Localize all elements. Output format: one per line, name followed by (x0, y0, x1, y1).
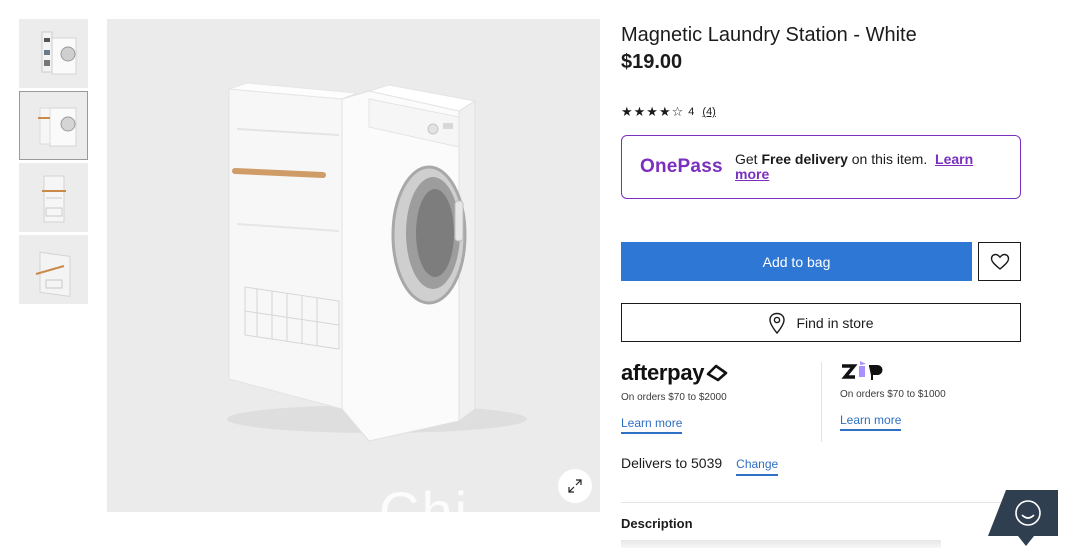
thumbnail-3[interactable] (19, 163, 88, 232)
afterpay-arrows-icon (706, 364, 728, 382)
delivery-location: Delivers to 5039 Change (621, 455, 779, 476)
zip-note: On orders $70 to $1000 (840, 389, 946, 400)
thumbnail-4[interactable] (19, 235, 88, 304)
thumbnail-image (41, 31, 76, 74)
thumbnail-image (35, 251, 70, 297)
wishlist-button[interactable] (978, 242, 1021, 281)
watermark-text: Chi... (379, 480, 522, 512)
heart-icon (990, 253, 1009, 270)
rating-value: 4 (688, 106, 695, 118)
expand-image-button[interactable] (558, 469, 592, 503)
afterpay-learn-more-link[interactable]: Learn more (621, 416, 683, 434)
onepass-message: Get Free delivery on this item. Learn mo… (735, 152, 995, 182)
rating-stars-icon: ★★★★☆ (621, 104, 685, 119)
onepass-text-bold: Free delivery (761, 151, 848, 167)
thumbnail-image (37, 107, 76, 146)
expand-icon (568, 479, 582, 493)
zip-logo-icon (841, 361, 883, 380)
chat-widget-button[interactable] (988, 490, 1058, 548)
onepass-banner: OnePass Get Free delivery on this item. … (621, 135, 1021, 199)
product-title: Magnetic Laundry Station - White (621, 24, 917, 46)
product-info: Magnetic Laundry Station - White $19.00 … (621, 22, 1021, 119)
afterpay-logo-text: afterpay (621, 360, 705, 385)
afterpay-option: afterpay On orders $70 to $2000 Learn mo… (621, 360, 811, 434)
review-count-link[interactable]: (4) (702, 106, 715, 118)
thumbnail-1[interactable] (19, 19, 88, 88)
description-text-faded (621, 540, 941, 548)
onepass-text-suffix: on this item. (847, 151, 928, 167)
add-to-bag-button[interactable]: Add to bag (621, 242, 972, 281)
zip-option: On orders $70 to $1000 Learn more (840, 360, 1020, 431)
change-postcode-link[interactable]: Change (736, 457, 779, 476)
onepass-text-prefix: Get (735, 151, 762, 167)
afterpay-note: On orders $70 to $2000 (621, 392, 727, 403)
zip-learn-more-link[interactable]: Learn more (840, 413, 902, 431)
main-product-image[interactable]: Chi... (107, 19, 600, 512)
washing-machine-image (227, 82, 527, 442)
afterpay-logo: afterpay (621, 360, 811, 386)
find-in-store-button[interactable]: Find in store (621, 303, 1021, 342)
description-heading[interactable]: Description (621, 516, 693, 531)
delivers-to-label: Delivers to 5039 (621, 455, 723, 471)
product-rating[interactable]: ★★★★☆ 4 (4) (621, 104, 716, 120)
payment-divider (821, 362, 822, 442)
thumbnail-image (41, 175, 66, 222)
onepass-logo: OnePass (640, 156, 723, 177)
thumbnail-list (19, 19, 88, 307)
zip-logo (840, 360, 1020, 382)
section-divider (621, 502, 1021, 503)
product-price: $19.00 (621, 51, 683, 73)
find-in-store-label: Find in store (796, 314, 874, 331)
thumbnail-2[interactable] (19, 91, 88, 160)
location-pin-icon (769, 312, 786, 334)
smiley-chat-icon (988, 490, 1058, 546)
